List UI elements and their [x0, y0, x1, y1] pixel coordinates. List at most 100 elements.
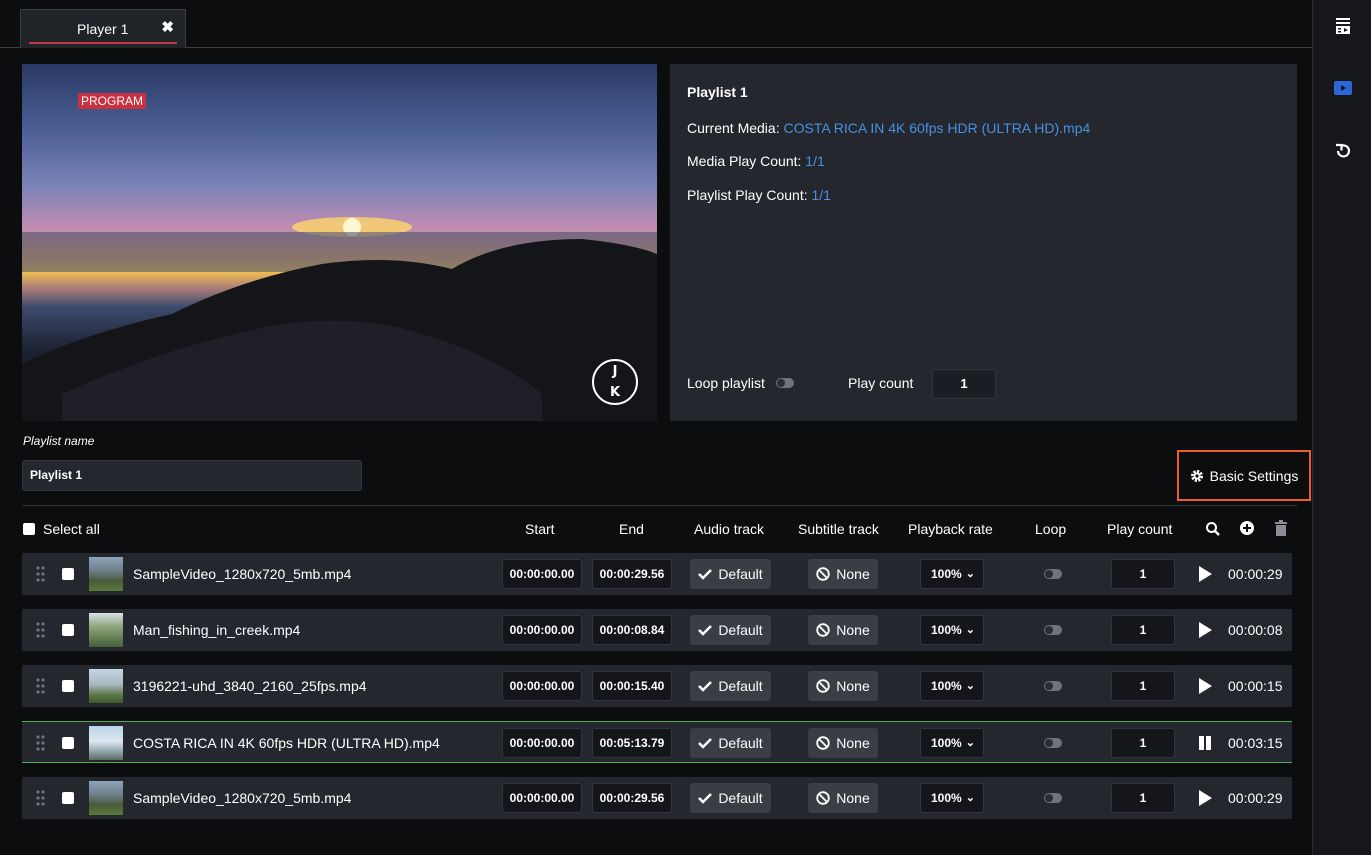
- end-time-input[interactable]: 00:00:29.56: [592, 559, 672, 589]
- row-play-count-input[interactable]: 1: [1111, 783, 1175, 813]
- media-row[interactable]: SampleVideo_1280x720_5mb.mp4 00:00:00.00…: [22, 777, 1292, 819]
- playlist-name-input[interactable]: Playlist 1: [22, 460, 362, 491]
- playlist-icon[interactable]: [1333, 16, 1353, 36]
- loop-toggle[interactable]: [1044, 569, 1062, 579]
- loop-toggle[interactable]: [1044, 625, 1062, 635]
- ban-icon: [816, 567, 830, 581]
- playback-rate-select[interactable]: 100% ⌄: [920, 615, 984, 645]
- subtitle-track-label: None: [836, 566, 870, 582]
- header-subtitle-track: Subtitle track: [798, 521, 879, 537]
- check-icon: [698, 625, 713, 636]
- audio-track-button[interactable]: Default: [690, 671, 771, 701]
- start-time-input[interactable]: 00:00:00.00: [502, 671, 582, 701]
- search-icon[interactable]: [1205, 521, 1221, 537]
- select-all-label[interactable]: Select all: [43, 521, 100, 537]
- row-checkbox[interactable]: [62, 624, 74, 636]
- play-icon[interactable]: [1197, 565, 1213, 583]
- pause-icon[interactable]: [1197, 734, 1213, 752]
- check-icon: [698, 793, 713, 804]
- drag-handle-icon[interactable]: [35, 678, 46, 694]
- select-all-checkbox[interactable]: [23, 523, 35, 535]
- media-row[interactable]: COSTA RICA IN 4K 60fps HDR (ULTRA HD).mp…: [22, 721, 1292, 763]
- drag-handle-icon[interactable]: [35, 790, 46, 806]
- end-time-input[interactable]: 00:05:13.79: [592, 728, 672, 758]
- play-icon[interactable]: [1197, 621, 1213, 639]
- subtitle-track-button[interactable]: None: [808, 671, 878, 701]
- play-count-input[interactable]: 1: [932, 369, 996, 399]
- media-row[interactable]: 3196221-uhd_3840_2160_25fps.mp4 00:00:00…: [22, 665, 1292, 707]
- row-play-count-input[interactable]: 1: [1111, 559, 1175, 589]
- subtitle-track-button[interactable]: None: [808, 559, 878, 589]
- playback-rate-value: 100%: [931, 736, 962, 750]
- audio-track-button[interactable]: Default: [690, 728, 771, 758]
- playback-rate-value: 100%: [931, 623, 962, 637]
- row-checkbox[interactable]: [62, 568, 74, 580]
- media-row[interactable]: SampleVideo_1280x720_5mb.mp4 00:00:00.00…: [22, 553, 1292, 595]
- row-checkbox[interactable]: [62, 737, 74, 749]
- ban-icon: [816, 623, 830, 637]
- tab-player-1[interactable]: Player 1 ✖: [20, 9, 186, 48]
- playback-rate-select[interactable]: 100% ⌄: [920, 671, 984, 701]
- playback-rate-select[interactable]: 100% ⌄: [920, 728, 984, 758]
- loop-toggle[interactable]: [1044, 681, 1062, 691]
- audio-track-button[interactable]: Default: [690, 559, 771, 589]
- row-checkbox[interactable]: [62, 680, 74, 692]
- media-filename: Man_fishing_in_creek.mp4: [133, 622, 301, 638]
- row-checkbox[interactable]: [62, 792, 74, 804]
- tab-bar: Player 1 ✖: [0, 0, 1312, 48]
- media-thumbnail: [89, 557, 123, 591]
- playback-rate-value: 100%: [931, 791, 962, 805]
- row-play-count-input[interactable]: 1: [1111, 728, 1175, 758]
- end-time-input[interactable]: 00:00:15.40: [592, 671, 672, 701]
- subtitle-track-button[interactable]: None: [808, 615, 878, 645]
- start-time-input[interactable]: 00:00:00.00: [502, 559, 582, 589]
- right-sidebar: [1312, 0, 1371, 855]
- play-icon[interactable]: [1197, 789, 1213, 807]
- loop-playlist-toggle[interactable]: [776, 378, 794, 388]
- loop-toggle[interactable]: [1044, 793, 1062, 803]
- check-icon: [698, 681, 713, 692]
- divider: [22, 505, 1297, 506]
- row-play-count-input[interactable]: 1: [1111, 671, 1175, 701]
- drag-handle-icon[interactable]: [35, 735, 46, 751]
- media-row[interactable]: Man_fishing_in_creek.mp4 00:00:00.00 00:…: [22, 609, 1292, 651]
- audio-track-button[interactable]: Default: [690, 615, 771, 645]
- subtitle-track-label: None: [836, 622, 870, 638]
- audio-track-button[interactable]: Default: [690, 783, 771, 813]
- program-badge: PROGRAM: [78, 93, 147, 109]
- basic-settings-button[interactable]: Basic Settings: [1177, 450, 1311, 501]
- start-time-input[interactable]: 00:00:00.00: [502, 783, 582, 813]
- current-media-link[interactable]: COSTA RICA IN 4K 60fps HDR (ULTRA HD).mp…: [783, 120, 1090, 136]
- info-title: Playlist 1: [687, 84, 748, 100]
- media-thumbnail: [89, 726, 123, 760]
- media-duration: 00:00:15: [1228, 678, 1283, 694]
- start-time-input[interactable]: 00:00:00.00: [502, 615, 582, 645]
- loop-toggle[interactable]: [1044, 738, 1062, 748]
- add-icon[interactable]: [1239, 520, 1255, 536]
- subtitle-track-label: None: [836, 790, 870, 806]
- playback-rate-value: 100%: [931, 567, 962, 581]
- playback-rate-select[interactable]: 100% ⌄: [920, 559, 984, 589]
- end-time-input[interactable]: 00:00:29.56: [592, 783, 672, 813]
- end-time-input[interactable]: 00:00:08.84: [592, 615, 672, 645]
- play-icon[interactable]: [1197, 677, 1213, 695]
- player-icon[interactable]: [1333, 78, 1353, 98]
- start-time-input[interactable]: 00:00:00.00: [502, 728, 582, 758]
- ban-icon: [816, 679, 830, 693]
- media-duration: 00:00:08: [1228, 622, 1283, 638]
- drag-handle-icon[interactable]: [35, 622, 46, 638]
- drag-handle-icon[interactable]: [35, 566, 46, 582]
- trash-icon[interactable]: [1274, 520, 1288, 536]
- close-icon[interactable]: ✖: [161, 18, 174, 36]
- playlist-play-count-label: Playlist Play Count:: [687, 187, 808, 203]
- check-icon: [698, 569, 713, 580]
- playback-rate-select[interactable]: 100% ⌄: [920, 783, 984, 813]
- subtitle-track-button[interactable]: None: [808, 783, 878, 813]
- chevron-down-icon: ⌄: [965, 624, 975, 636]
- subtitle-track-button[interactable]: None: [808, 728, 878, 758]
- playback-rate-value: 100%: [931, 679, 962, 693]
- reset-icon[interactable]: [1333, 141, 1353, 161]
- row-play-count-input[interactable]: 1: [1111, 615, 1175, 645]
- gear-icon: [1190, 469, 1203, 482]
- media-filename: SampleVideo_1280x720_5mb.mp4: [133, 790, 352, 806]
